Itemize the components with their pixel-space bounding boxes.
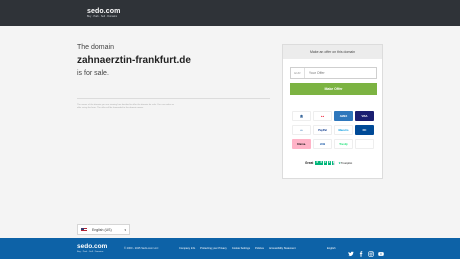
twitter-icon[interactable] — [348, 244, 354, 257]
make-offer-button[interactable]: Make Offer — [290, 83, 377, 95]
logo-tagline: Buy · Park · Sell · Domains — [87, 15, 118, 18]
star-icon: ★ — [315, 160, 319, 165]
offer-panel-title: Make an offer on this domain — [283, 45, 382, 59]
offer-panel: Make an offer on this domain EUR Make Of… — [282, 44, 383, 179]
visa-icon: VISA — [355, 111, 374, 121]
american-express-icon: AMEX — [334, 111, 353, 121]
footer-link-privacy[interactable]: Protecting your Privacy — [200, 247, 227, 250]
us-flag-icon — [81, 227, 87, 232]
footer-link-cookie-settings[interactable]: Cookie Settings — [232, 247, 250, 250]
domain-status: is for sale. — [77, 70, 109, 77]
domain-name: zahnaerztin-frankfurt.de — [77, 55, 191, 66]
footer-link-accessibility[interactable]: Accessibility Statement — [269, 247, 296, 250]
trustly-icon: Trustly — [334, 139, 353, 149]
social-links — [348, 244, 384, 257]
chevron-down-icon: ▾ — [124, 227, 126, 232]
currency-label: EUR — [291, 68, 305, 78]
domain-intro: The domain — [77, 44, 114, 51]
logo-text: sedo.com — [87, 8, 121, 15]
copyright: © 2000 - 2025 Sedo.com LLC — [124, 247, 159, 250]
diners-club-icon: DC — [355, 125, 374, 135]
sedo-logo[interactable]: sedo.com Buy · Park · Sell · Domains — [87, 8, 120, 18]
klarna-icon: Klarna. — [292, 139, 311, 149]
trustpilot-brand: Trustpilot — [340, 161, 353, 165]
disclaimer-text: The owner of the domain you are viewing … — [77, 104, 174, 109]
facebook-icon[interactable] — [358, 244, 364, 257]
instagram-icon[interactable] — [368, 244, 374, 257]
footer-language[interactable]: English — [327, 247, 336, 250]
top-bar: sedo.com Buy · Park · Sell · Domains — [0, 0, 460, 26]
footer-link-company-info[interactable]: Company Info — [179, 247, 195, 250]
star-icon: ★ — [323, 160, 328, 165]
bank-transfer-icon: 🏛 — [292, 111, 311, 121]
credit-card-icon: ▭ — [292, 125, 311, 135]
domain-info: The domain zahnaerztin-frankfurt.de is f… — [77, 44, 277, 77]
footer-logo-text: sedo.com — [77, 243, 108, 250]
star-icon: ★ — [327, 160, 332, 165]
divider — [77, 98, 270, 99]
footer: sedo.com Buy · Park · Sell · Domains © 2… — [0, 238, 460, 259]
rating-stars: ★ ★ ★ ★ ★ — [315, 160, 336, 165]
maestro-icon: Maestro — [334, 125, 353, 135]
offer-input-group: EUR — [290, 67, 377, 79]
star-icon: ★ — [319, 160, 323, 165]
footer-link-policies[interactable]: Policies — [255, 247, 264, 250]
mastercard-icon: ●● — [313, 111, 332, 121]
payment-methods: 🏛 ●● AMEX VISA ▭ PayPal Maestro DC Klarna. JCB Tru… — [292, 111, 375, 149]
trust-label: Great — [305, 161, 314, 165]
jcb-icon: JCB — [313, 139, 332, 149]
paypal-icon: PayPal — [313, 125, 332, 135]
youtube-icon[interactable] — [378, 244, 384, 256]
trustpilot-rating[interactable]: Great ★ ★ ★ ★ ★ ★Trustpilot — [305, 161, 352, 165]
star-icon: ★ — [331, 160, 336, 165]
language-label: English (US) — [92, 227, 112, 232]
trustpilot-logo: ★Trustpilot — [338, 161, 352, 165]
footer-links: Company Info Protecting your Privacy Coo… — [179, 247, 296, 250]
footer-logo-tagline: Buy · Park · Sell · Domains — [77, 250, 104, 253]
blank-payment-icon — [355, 139, 374, 149]
footer-logo[interactable]: sedo.com Buy · Park · Sell · Domains — [77, 243, 108, 254]
offer-input[interactable] — [304, 68, 376, 78]
language-selector[interactable]: English (US) ▾ — [77, 224, 130, 235]
